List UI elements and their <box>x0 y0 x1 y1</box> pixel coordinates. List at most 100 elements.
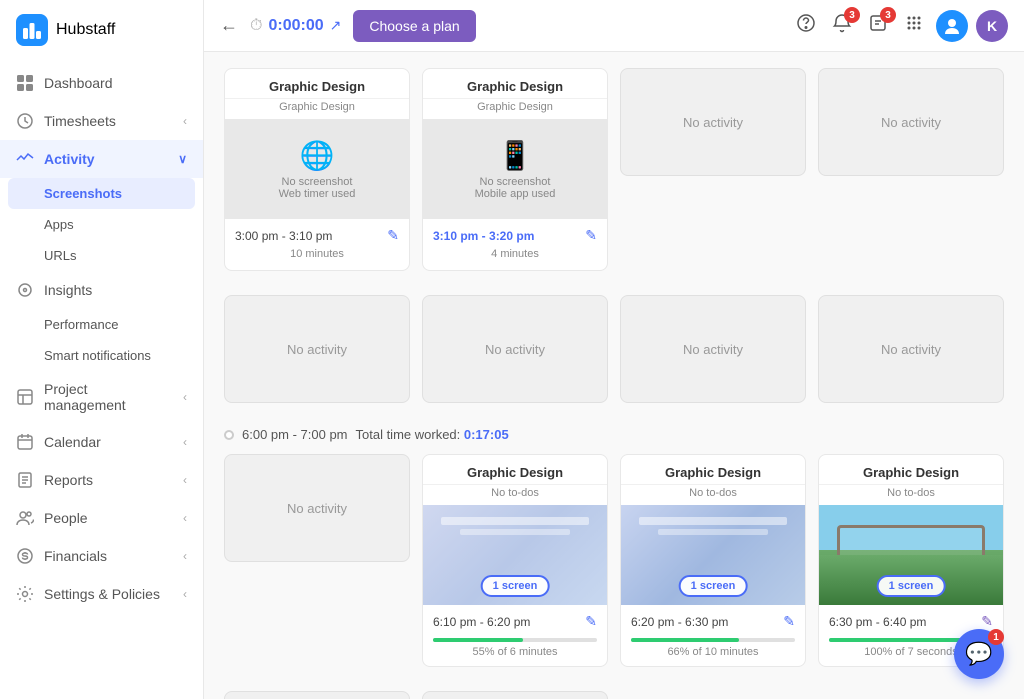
chevron-icon: ∨ <box>178 152 187 166</box>
empty-card-0 <box>620 691 806 699</box>
card-screenshot-area[interactable]: 📱 No screenshot Mobile app used <box>423 119 607 219</box>
sidebar-item-label: Calendar <box>44 434 101 450</box>
sidebar-item-label: Dashboard <box>44 75 113 91</box>
card-screenshot-area[interactable]: 1 screen <box>621 505 805 605</box>
card-project-name: Graphic Design <box>423 69 607 99</box>
card-time: 6:30 pm - 6:40 pm <box>829 615 926 629</box>
sub-item-label: Performance <box>44 317 118 332</box>
chat-badge: 1 <box>988 629 1004 645</box>
sidebar-item-timesheets[interactable]: Timesheets ‹ <box>0 102 203 140</box>
edit-icon[interactable]: ✎ <box>783 613 795 630</box>
sidebar-item-activity[interactable]: Activity ∨ <box>0 140 203 178</box>
card-project-sub: No to-dos <box>621 485 805 505</box>
card-time: 6:20 pm - 6:30 pm <box>631 615 728 629</box>
updates-button[interactable]: 3 <box>864 9 892 42</box>
card-project-sub: Graphic Design <box>225 99 409 119</box>
card-screenshot-area[interactable]: 1 screen <box>819 505 1003 605</box>
updates-badge: 3 <box>880 7 896 23</box>
chat-bubble[interactable]: 💬 1 <box>954 629 1004 679</box>
card-time-row: 3:10 pm - 3:20 pm ✎ <box>423 219 607 248</box>
edit-icon[interactable]: ✎ <box>585 227 597 244</box>
no-activity-label: No activity <box>881 342 941 357</box>
screenshot-card-web: Graphic Design Graphic Design 🌐 No scree… <box>224 68 410 271</box>
cards-grid-2: No activity Graphic Design No to-dos 1 s… <box>224 454 1004 667</box>
time-range-label: 6:00 pm - 7:00 pm <box>242 427 348 442</box>
user-avatar-k[interactable]: K <box>976 10 1008 42</box>
time-block-header: 6:00 pm - 7:00 pm Total time worked: 0:1… <box>224 427 1004 442</box>
cards-grid-1: No activity No activity No activity No a… <box>224 295 1004 403</box>
back-button[interactable]: ← <box>220 15 238 36</box>
screen-count-badge: 1 screen <box>679 575 748 597</box>
card-project-name: Graphic Design <box>423 455 607 485</box>
card-time: 3:00 pm - 3:10 pm <box>235 229 332 243</box>
sidebar-item-label: Project management <box>44 381 173 413</box>
dashboard-icon <box>16 74 34 92</box>
total-time-value: 0:17:05 <box>464 427 509 442</box>
screen-count-badge: 1 screen <box>877 575 946 597</box>
activity-icon <box>16 150 34 168</box>
card-project-sub: No to-dos <box>819 485 1003 505</box>
no-activity-card-0: No activity <box>620 68 806 176</box>
card-time: 3:10 pm - 3:20 pm <box>433 229 534 243</box>
no-screenshot-text: No screenshot <box>282 176 353 188</box>
sidebar-item-dashboard[interactable]: Dashboard <box>0 64 203 102</box>
card-time-row: 3:00 pm - 3:10 pm ✎ <box>225 219 409 248</box>
help-button[interactable] <box>792 9 820 42</box>
cards-grid-3: No activity No activity <box>224 691 1004 699</box>
sidebar-item-calendar[interactable]: Calendar ‹ <box>0 423 203 461</box>
sidebar-item-urls[interactable]: URLs <box>0 240 203 271</box>
time-block-2: 6:00 pm - 7:00 pm Total time worked: 0:1… <box>224 427 1004 667</box>
screenshot-card-mobile: Graphic Design Graphic Design 📱 No scree… <box>422 68 608 271</box>
no-activity-label: No activity <box>683 342 743 357</box>
main-panel: ← ⏱ 0:00:00 ↗ Choose a plan 3 3 <box>204 0 1024 699</box>
card-time-row: 6:20 pm - 6:30 pm ✎ <box>621 605 805 634</box>
sidebar-item-project-management[interactable]: Project management ‹ <box>0 371 203 423</box>
source-text: Web timer used <box>279 188 356 200</box>
chevron-icon: ‹ <box>183 549 187 563</box>
sidebar-item-insights[interactable]: Insights <box>0 271 203 309</box>
no-screenshot-icon: 🌐 <box>300 139 335 172</box>
sidebar-item-screenshots[interactable]: Screenshots <box>8 178 195 209</box>
user-avatar-profile[interactable] <box>936 10 968 42</box>
time-dot <box>224 430 234 440</box>
card-time-row: 6:10 pm - 6:20 pm ✎ <box>423 605 607 634</box>
card-screenshot-area[interactable]: 🌐 No screenshot Web timer used <box>225 119 409 219</box>
timer-section: ⏱ 0:00:00 ↗ <box>250 17 341 35</box>
no-activity-card-5: No activity <box>818 295 1004 403</box>
card-duration: 4 minutes <box>423 248 607 270</box>
edit-icon[interactable]: ✎ <box>981 613 993 630</box>
no-activity-card-7: No activity <box>224 691 410 699</box>
sidebar-item-financials[interactable]: Financials ‹ <box>0 537 203 575</box>
card-project-sub: Graphic Design <box>423 99 607 119</box>
edit-icon[interactable]: ✎ <box>387 227 399 244</box>
no-activity-label: No activity <box>485 342 545 357</box>
sub-item-label: Smart notifications <box>44 348 151 363</box>
sidebar-item-apps[interactable]: Apps <box>0 209 203 240</box>
chevron-icon: ‹ <box>183 114 187 128</box>
insights-icon <box>16 281 34 299</box>
time-block-1: No activity No activity No activity No a… <box>224 295 1004 403</box>
logo[interactable]: Hubstaff <box>0 0 203 60</box>
choose-plan-button[interactable]: Choose a plan <box>353 10 475 42</box>
financials-icon <box>16 547 34 565</box>
topbar-icons: 3 3 K <box>792 9 1008 42</box>
sidebar-item-performance[interactable]: Performance <box>0 309 203 340</box>
timesheets-icon <box>16 112 34 130</box>
notifications-button[interactable]: 3 <box>828 9 856 42</box>
edit-icon[interactable]: ✎ <box>585 613 597 630</box>
sidebar-item-label: Reports <box>44 472 93 488</box>
hubstaff-logo-icon <box>16 14 48 46</box>
timer-expand-icon[interactable]: ↗ <box>330 17 342 34</box>
no-activity-card-3: No activity <box>422 295 608 403</box>
timer-display: 0:00:00 <box>268 17 323 35</box>
card-screenshot-area[interactable]: 1 screen <box>423 505 607 605</box>
apps-grid-button[interactable] <box>900 9 928 42</box>
notification-badge: 3 <box>844 7 860 23</box>
sidebar-item-reports[interactable]: Reports ‹ <box>0 461 203 499</box>
timer-icon: ⏱ <box>250 17 262 35</box>
sidebar-item-smart-notifications[interactable]: Smart notifications <box>0 340 203 371</box>
project-icon <box>16 388 34 406</box>
card-duration: 10 minutes <box>225 248 409 270</box>
sidebar-item-settings[interactable]: Settings & Policies ‹ <box>0 575 203 613</box>
sidebar-item-people[interactable]: People ‹ <box>0 499 203 537</box>
